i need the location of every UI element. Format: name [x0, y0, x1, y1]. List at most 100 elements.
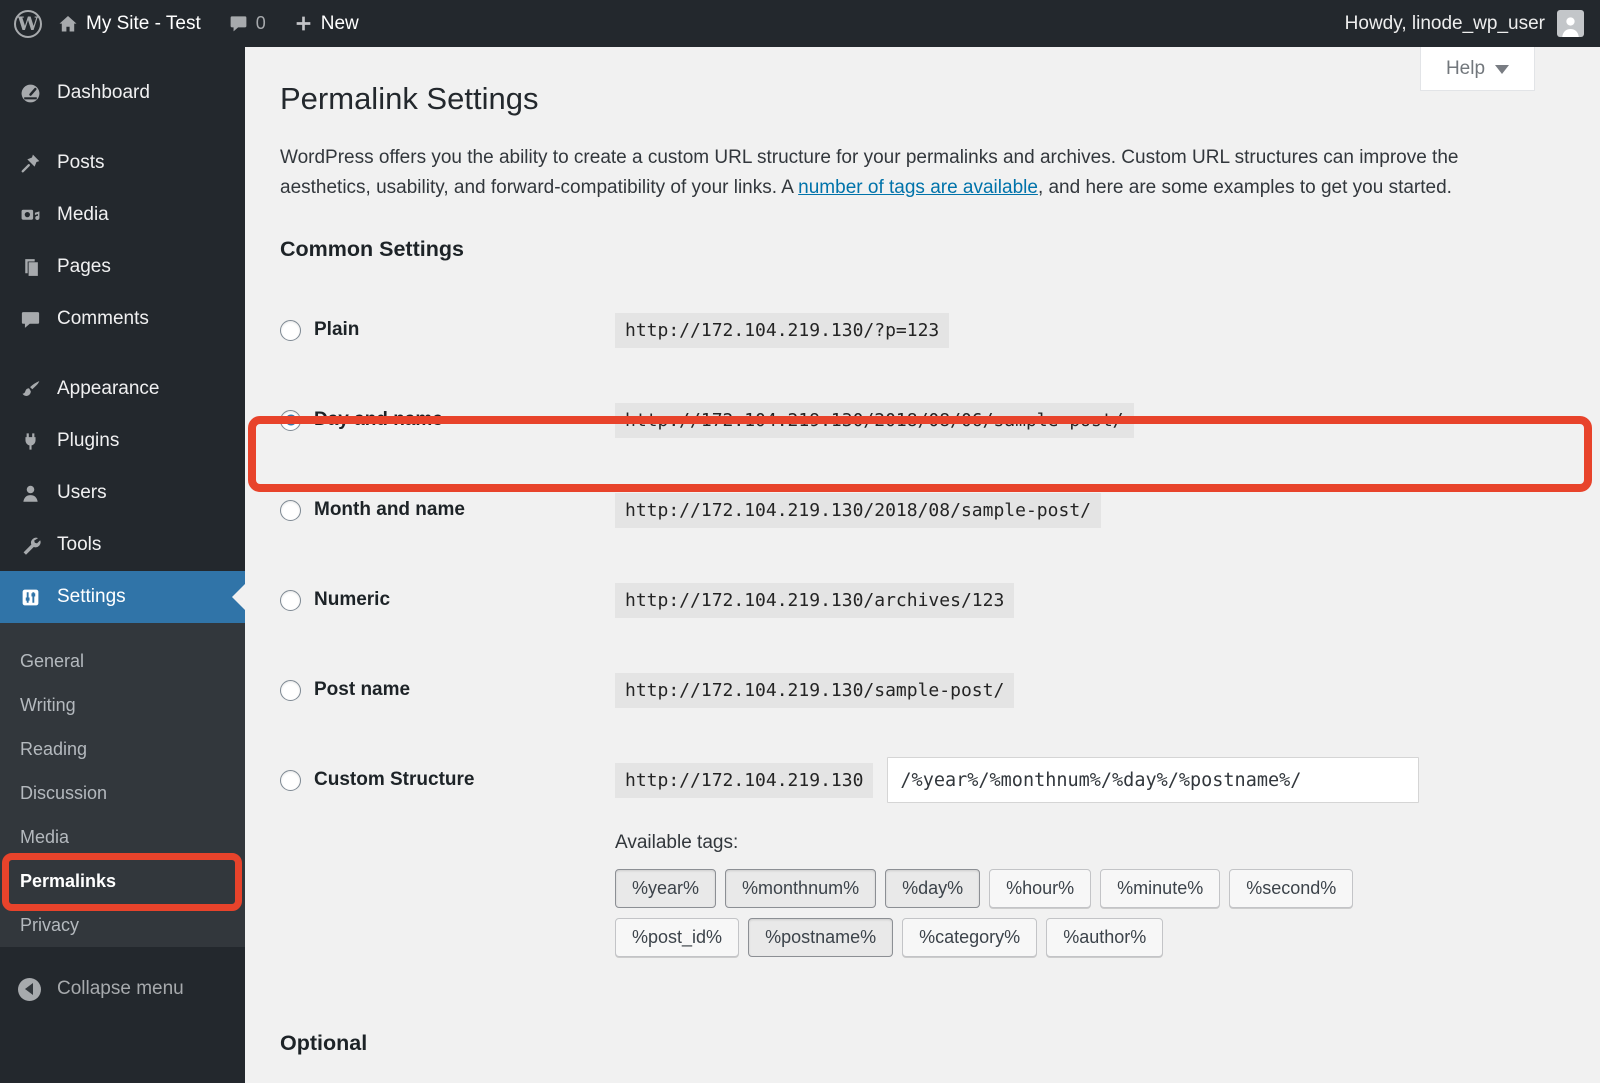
submenu-item-discussion[interactable]: Discussion — [0, 771, 245, 815]
tag-button-minute[interactable]: %minute% — [1100, 869, 1221, 908]
tag-button-day[interactable]: %day% — [885, 869, 981, 908]
tag-button-year[interactable]: %year% — [615, 869, 717, 908]
tag-button-hour[interactable]: %hour% — [989, 869, 1092, 908]
site-menu[interactable]: My Site - Test — [58, 13, 201, 35]
tag-button-postname[interactable]: %postname% — [748, 918, 894, 957]
radio-custom-structure[interactable] — [280, 769, 301, 791]
example-url-plain: http://172.104.219.130/?p=123 — [615, 312, 950, 348]
optional-heading: Optional — [280, 1031, 368, 1055]
option-row-custom-structure: Custom Structure http://172.104.219.130 — [280, 735, 1600, 825]
option-row-month-and-name: Month and name http://172.104.219.130/20… — [280, 465, 1600, 555]
pushpin-icon — [18, 153, 42, 174]
sidebar-item-label: Appearance — [57, 378, 160, 399]
howdy-text: Howdy, linode_wp_user — [1344, 12, 1545, 34]
tag-button-post-id[interactable]: %post_id% — [615, 918, 740, 957]
comment-icon — [18, 309, 42, 330]
tag-button-monthnum[interactable]: %monthnum% — [725, 869, 877, 908]
tag-button-category[interactable]: %category% — [902, 918, 1038, 957]
option-row-post-name: Post name http://172.104.219.130/sample-… — [280, 645, 1600, 735]
submenu-item-reading[interactable]: Reading — [0, 727, 245, 771]
admin-bar: W My Site - Test 0 New Howdy, linode_wp_… — [0, 0, 1600, 47]
new-menu[interactable]: New — [294, 13, 359, 35]
sidebar-item-dashboard[interactable]: Dashboard — [0, 67, 245, 119]
intro-text-after: , and here are some examples to get you … — [1037, 177, 1452, 198]
option-label-custom-structure[interactable]: Custom Structure — [280, 769, 615, 791]
user-icon — [18, 483, 42, 504]
option-label-day-and-name[interactable]: Day and name — [280, 409, 615, 431]
submenu-item-permalinks[interactable]: Permalinks — [0, 859, 245, 903]
collapse-menu-button[interactable]: Collapse menu — [0, 967, 245, 1011]
radio-day-and-name[interactable] — [280, 409, 301, 431]
pages-icon — [18, 257, 42, 278]
sidebar-item-settings[interactable]: Settings — [0, 571, 245, 623]
option-label-text: Post name — [314, 679, 411, 700]
sidebar-item-tools[interactable]: Tools — [0, 519, 245, 571]
wordpress-logo-icon[interactable]: W — [14, 9, 42, 38]
radio-plain[interactable] — [280, 319, 301, 341]
wrench-icon — [18, 535, 42, 556]
submenu-item-media[interactable]: Media — [0, 815, 245, 859]
available-tags-label: Available tags: — [615, 832, 739, 853]
account-menu[interactable]: Howdy, linode_wp_user — [1345, 10, 1584, 37]
site-name: My Site - Test — [86, 12, 201, 34]
tag-button-second[interactable]: %second% — [1229, 869, 1354, 908]
plus-icon — [294, 14, 313, 33]
sidebar-item-plugins[interactable]: Plugins — [0, 415, 245, 467]
brush-icon — [18, 379, 42, 400]
admin-bar-left: W My Site - Test 0 New — [0, 9, 359, 38]
example-url-numeric: http://172.104.219.130/archives/123 — [615, 582, 1015, 618]
sidebar-item-posts[interactable]: Posts — [0, 137, 245, 189]
dashboard-icon — [18, 83, 42, 104]
example-url-day-and-name: http://172.104.219.130/2018/08/06/sample… — [615, 402, 1134, 438]
tag-button-author[interactable]: %author% — [1046, 918, 1164, 957]
option-row-numeric: Numeric http://172.104.219.130/archives/… — [280, 555, 1600, 645]
home-icon — [58, 14, 78, 34]
intro-paragraph: WordPress offers you the ability to crea… — [280, 143, 1540, 203]
custom-structure-input[interactable] — [887, 757, 1420, 803]
submenu-item-writing[interactable]: Writing — [0, 683, 245, 727]
submenu-item-privacy[interactable]: Privacy — [0, 903, 245, 947]
sidebar-item-pages[interactable]: Pages — [0, 241, 245, 293]
comments-menu[interactable]: 0 — [229, 13, 266, 34]
sidebar-item-label: Tools — [57, 534, 102, 555]
option-label-text: Numeric — [314, 589, 391, 610]
admin-sidebar: Dashboard Posts Media Pages Comments App… — [0, 47, 245, 1083]
option-label-text: Plain — [314, 319, 360, 340]
permalink-options: Plain http://172.104.219.130/?p=123 Day … — [280, 285, 1600, 825]
help-label: Help — [1445, 57, 1486, 79]
available-tags-section: Available tags: %year% %monthnum% %day% … — [615, 831, 1600, 957]
example-url-month-and-name: http://172.104.219.130/2018/08/sample-po… — [615, 492, 1101, 528]
comment-count: 0 — [255, 13, 266, 33]
radio-post-name[interactable] — [280, 679, 301, 701]
new-label: New — [320, 12, 359, 34]
settings-icon — [18, 587, 42, 608]
collapse-arrow-icon — [18, 977, 41, 1001]
option-label-numeric[interactable]: Numeric — [280, 589, 615, 611]
sidebar-item-label: Dashboard — [57, 82, 150, 103]
sidebar-item-media[interactable]: Media — [0, 189, 245, 241]
avatar — [1557, 10, 1584, 37]
available-tags-list: %year% %monthnum% %day% %hour% %minute% … — [615, 869, 1415, 957]
radio-month-and-name[interactable] — [280, 499, 301, 521]
radio-numeric[interactable] — [280, 589, 301, 611]
tags-available-link[interactable]: number of tags are available — [798, 177, 1038, 198]
sidebar-item-appearance[interactable]: Appearance — [0, 363, 245, 415]
option-label-text: Day and name — [314, 409, 443, 430]
sidebar-item-label: Comments — [57, 308, 149, 329]
sidebar-item-label: Plugins — [57, 430, 120, 451]
sidebar-item-users[interactable]: Users — [0, 467, 245, 519]
option-row-day-and-name: Day and name http://172.104.219.130/2018… — [280, 375, 1600, 465]
help-button[interactable]: Help — [1420, 47, 1535, 91]
option-label-post-name[interactable]: Post name — [280, 679, 615, 701]
sidebar-item-comments[interactable]: Comments — [0, 293, 245, 345]
submenu-item-general[interactable]: General — [0, 639, 245, 683]
option-label-month-and-name[interactable]: Month and name — [280, 499, 615, 521]
sidebar-item-label: Posts — [57, 152, 105, 173]
common-settings-heading: Common Settings — [280, 237, 464, 261]
custom-structure-url-prefix: http://172.104.219.130 — [615, 762, 874, 798]
chevron-down-icon — [1495, 65, 1510, 74]
sidebar-item-label: Media — [57, 204, 109, 225]
option-label-text: Month and name — [314, 499, 465, 520]
option-label-plain[interactable]: Plain — [280, 319, 615, 341]
sidebar-item-label: Settings — [57, 586, 126, 607]
